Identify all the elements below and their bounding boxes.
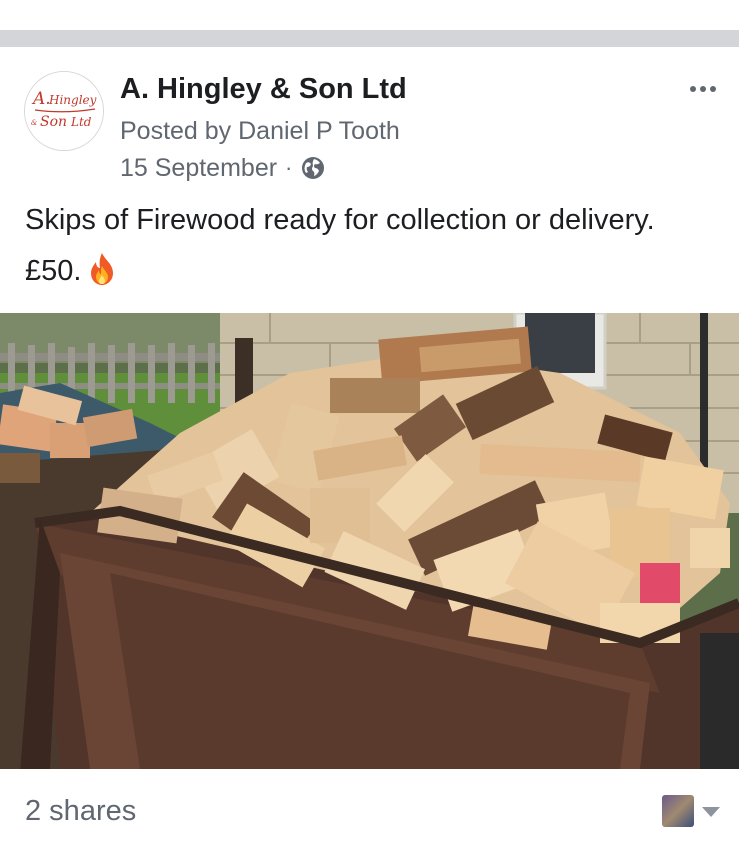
post-message: Skips of Firewood ready for collection o…	[25, 195, 715, 297]
firewood-skip-image	[0, 313, 739, 769]
more-options-button[interactable]	[690, 79, 730, 99]
feed-separator	[0, 30, 739, 47]
fire-emoji-icon	[91, 253, 114, 285]
hingley-logo: A. Hingley & Son Ltd	[25, 72, 103, 150]
meta-separator: ·	[285, 155, 293, 180]
shares-count[interactable]: 2 shares	[25, 795, 136, 828]
page-name-link[interactable]: A. Hingley & Son Ltd	[120, 73, 407, 106]
svg-text:Ltd: Ltd	[70, 115, 92, 129]
viewer-avatar[interactable]	[662, 795, 694, 827]
post-photo[interactable]	[0, 313, 739, 769]
posted-by-text: Posted by Daniel P Tooth	[120, 117, 400, 145]
more-dot	[700, 86, 706, 92]
svg-text:Hingley: Hingley	[48, 93, 97, 107]
post-footer: 2 shares	[0, 769, 739, 851]
more-dot	[710, 86, 716, 92]
globe-icon[interactable]	[300, 155, 326, 181]
previous-post-bottom-edge	[0, 0, 739, 30]
svg-text:&: &	[31, 119, 37, 127]
post-date[interactable]: 15 September	[120, 154, 277, 183]
post-meta: 15 September ·	[120, 153, 326, 183]
post-message-text: Skips of Firewood ready for collection o…	[25, 204, 655, 287]
svg-text:Son: Son	[40, 114, 67, 130]
more-dot	[690, 86, 696, 92]
svg-text:A.: A.	[31, 89, 51, 109]
feed-post: A. Hingley & Son Ltd A. Hingley & Son Lt…	[0, 47, 739, 851]
chevron-down-icon[interactable]	[702, 807, 720, 817]
page-avatar[interactable]: A. Hingley & Son Ltd	[24, 71, 104, 151]
